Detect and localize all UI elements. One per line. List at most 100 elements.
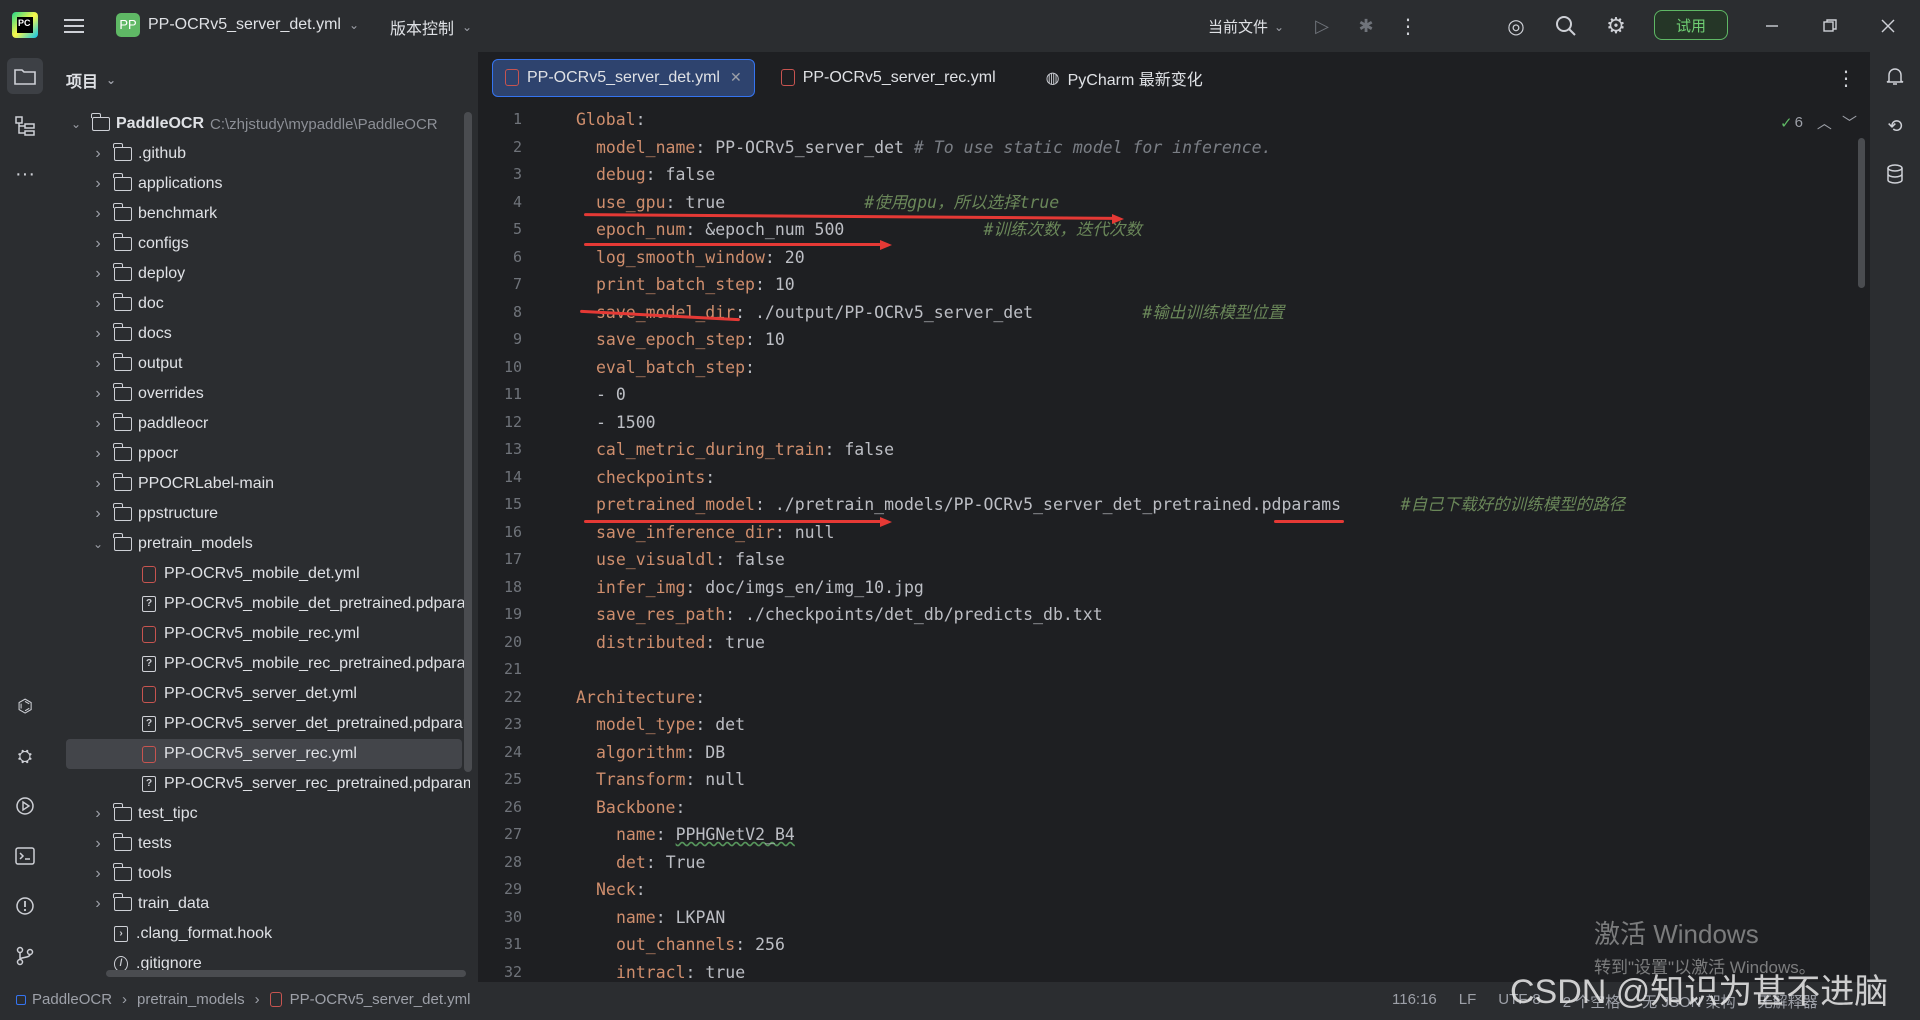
chevron-right-icon[interactable]: › [90, 265, 106, 283]
code-line[interactable]: save_epoch_step: 10 [596, 326, 785, 353]
code-line[interactable]: Backbone: [596, 794, 685, 821]
terminal-icon[interactable] [7, 838, 43, 874]
chevron-right-icon[interactable]: › [90, 355, 106, 373]
code-line[interactable]: epoch_num: &epoch_num 500 #训练次数，迭代次数 [596, 216, 1142, 243]
code-line[interactable]: - 1500 [596, 409, 656, 436]
close-icon[interactable] [1870, 8, 1906, 44]
code-line[interactable]: pretrained_model: ./pretrain_models/PP-O… [596, 491, 1625, 518]
restore-icon[interactable] [1812, 8, 1848, 44]
python-console-icon[interactable]: ⌬ [7, 688, 43, 724]
tree-item[interactable]: › ppstructure [50, 499, 470, 529]
code-line[interactable]: save_model_dir: ./output/PP-OCRv5_server… [596, 299, 1284, 326]
code-line[interactable]: model_type: det [596, 711, 745, 738]
chevron-right-icon[interactable]: › [90, 805, 106, 823]
code-line[interactable]: out_channels: 256 [616, 931, 785, 958]
tree-vertical-scrollbar[interactable] [464, 112, 472, 772]
chevron-right-icon[interactable]: › [90, 295, 106, 313]
tree-item[interactable]: PP-OCRv5_server_det.yml [50, 679, 470, 709]
tab-more-icon[interactable]: ⋮ [1828, 60, 1864, 96]
chevron-down-icon[interactable]: ﹀ [1842, 112, 1857, 133]
tree-item[interactable]: › overrides [50, 379, 470, 409]
code-line[interactable]: use_gpu: true #使用gpu，所以选择true [596, 189, 1059, 216]
chevron-up-icon[interactable]: ︿ [1817, 112, 1832, 133]
chevron-right-icon[interactable]: › [90, 505, 106, 523]
code-line[interactable]: model_name: PP-OCRv5_server_det # To use… [596, 134, 1272, 161]
breadcrumb-file[interactable]: PP-OCRv5_server_det.yml [290, 991, 471, 1008]
tree-item[interactable]: › deploy [50, 259, 470, 289]
code-line[interactable]: infer_img: doc/imgs_en/img_10.jpg [596, 574, 924, 601]
code-line[interactable]: name: PPHGNetV2_B4 [616, 821, 795, 848]
code-line[interactable]: save_res_path: ./checkpoints/det_db/pred… [596, 601, 1103, 628]
tree-item[interactable]: PP-OCRv5_mobile_det.yml [50, 559, 470, 589]
code-line[interactable]: eval_batch_step: [596, 354, 755, 381]
more-tools-icon[interactable]: ··· [7, 156, 43, 192]
trial-button[interactable]: 试用 [1654, 10, 1728, 40]
line-separator[interactable]: LF [1459, 991, 1477, 1012]
tree-item[interactable]: › train_data [50, 889, 470, 919]
code-line[interactable]: Global: [576, 106, 646, 133]
tree-item[interactable]: › benchmark [50, 199, 470, 229]
more-actions-icon[interactable]: ⋮ [1390, 8, 1426, 44]
chevron-right-icon[interactable]: › [90, 385, 106, 403]
code-line[interactable]: debug: false [596, 161, 715, 188]
ai-chat-icon[interactable]: ⟲ [1877, 108, 1913, 144]
notifications-bell-icon[interactable] [1877, 58, 1913, 94]
tree-item[interactable]: › configs [50, 229, 470, 259]
tree-item[interactable]: › .github [50, 139, 470, 169]
chevron-right-icon[interactable]: › [90, 235, 106, 253]
tree-item[interactable]: › test_tipc [50, 799, 470, 829]
code-line[interactable]: use_visualdl: false [596, 546, 785, 573]
tree-item[interactable]: ? PP-OCRv5_server_det_pretrained.pdparams [50, 709, 470, 739]
code-line[interactable]: distributed: true [596, 629, 765, 656]
inspection-widget[interactable]: ✓ 6 ︿ ﹀ [1780, 112, 1857, 133]
chevron-right-icon[interactable]: › [90, 175, 106, 193]
main-menu-icon[interactable] [56, 8, 92, 44]
chevron-right-icon[interactable]: › [90, 325, 106, 343]
tree-item[interactable]: › tests [50, 829, 470, 859]
project-panel-header[interactable]: 项目 ⌄ [66, 68, 116, 92]
code-line[interactable]: log_smooth_window: 20 [596, 244, 805, 271]
search-icon[interactable] [1548, 8, 1584, 44]
tab-server-rec-yml[interactable]: PP-OCRv5_server_rec.yml [769, 59, 1008, 97]
chevron-right-icon[interactable]: › [90, 445, 106, 463]
tree-item[interactable]: › doc [50, 289, 470, 319]
tree-item[interactable]: PP-OCRv5_server_rec.yml [66, 739, 462, 769]
tree-item[interactable]: ⌄ pretrain_models [50, 529, 470, 559]
chevron-right-icon[interactable]: › [90, 205, 106, 223]
tree-item[interactable]: › paddleocr [50, 409, 470, 439]
tree-root-paddleocr[interactable]: ⌄ PaddleOCR C:\zhjstudy\mypaddle\PaddleO… [68, 109, 488, 139]
chevron-right-icon[interactable]: › [90, 415, 106, 433]
chevron-right-icon[interactable]: › [90, 475, 106, 493]
code-line[interactable]: name: LKPAN [616, 904, 725, 931]
tab-pycharm-whats-new[interactable]: ◍ PyCharm 最新变化 [1034, 59, 1215, 97]
tree-item[interactable]: › tools [50, 859, 470, 889]
vcs-menu[interactable]: 版本控制 ⌄ [390, 15, 472, 39]
code-line[interactable]: algorithm: DB [596, 739, 725, 766]
tree-horizontal-scrollbar[interactable] [106, 970, 466, 977]
problems-icon[interactable] [7, 888, 43, 924]
code-line[interactable]: Architecture: [576, 684, 705, 711]
breadcrumb-project[interactable]: PaddleOCR [32, 991, 112, 1008]
tree-item[interactable]: › output [50, 349, 470, 379]
git-branch-icon[interactable] [7, 938, 43, 974]
project-folder-icon[interactable] [7, 58, 43, 94]
tree-item[interactable]: ? PP-OCRv5_server_rec_pretrained.pdparams [50, 769, 470, 799]
code-line[interactable]: checkpoints: [596, 464, 715, 491]
code-line[interactable]: det: True [616, 849, 705, 876]
app-logo-icon[interactable]: PC [12, 12, 38, 38]
tree-item[interactable]: › PPOCRLabel-main [50, 469, 470, 499]
chevron-down-icon[interactable]: ⌄ [90, 537, 106, 551]
minimize-icon[interactable] [1754, 8, 1790, 44]
settings-gear-icon[interactable]: ⚙ [1598, 8, 1634, 44]
chevron-right-icon[interactable]: › [90, 895, 106, 913]
debug-icon[interactable]: ✱ [1348, 8, 1384, 44]
python-packages-icon[interactable]: ⛭ [7, 738, 43, 774]
chevron-right-icon[interactable]: › [90, 835, 106, 853]
services-icon[interactable] [7, 788, 43, 824]
tab-close-icon[interactable]: ✕ [730, 69, 742, 86]
chevron-right-icon[interactable]: › [90, 865, 106, 883]
code-line[interactable]: - 0 [596, 381, 626, 408]
tree-item[interactable]: › ppocr [50, 439, 470, 469]
project-switcher[interactable]: PP PP-OCRv5_server_det.yml ⌄ [116, 13, 359, 37]
caret-position[interactable]: 116:16 [1392, 991, 1437, 1012]
